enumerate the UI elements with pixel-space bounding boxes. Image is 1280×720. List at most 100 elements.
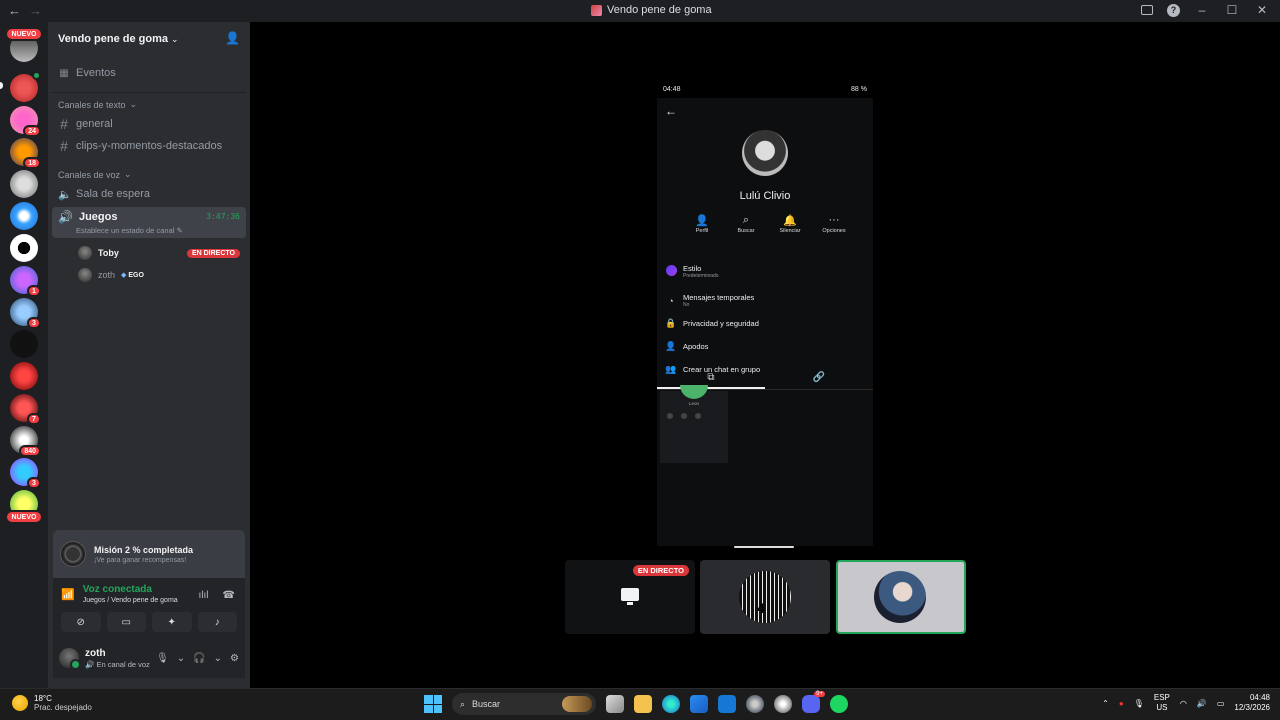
- server-icon-11[interactable]: [10, 362, 38, 390]
- user-status: En canal de voz: [96, 659, 150, 669]
- participant-tile-speaking[interactable]: [836, 560, 966, 634]
- action-label: Silenciar: [779, 228, 801, 234]
- battery-icon[interactable]: ▭: [1217, 699, 1225, 708]
- mission-subtitle: ¡Ve para ganar recompensas!: [94, 556, 187, 564]
- close-button[interactable]: ✕: [1254, 3, 1270, 17]
- server-icon-3[interactable]: 24: [10, 106, 41, 137]
- edge-icon[interactable]: [662, 695, 680, 713]
- windows-start-icon[interactable]: [424, 695, 442, 713]
- channel-label: clips-y-momentos-destacados: [76, 140, 223, 152]
- monitor-icon: [621, 588, 639, 605]
- minimize-button[interactable]: –: [1194, 3, 1210, 17]
- screen-share-button[interactable]: ▭: [106, 612, 146, 632]
- mission-banner[interactable]: Misión 2 % completada ¡Ve para ganar rec…: [53, 530, 245, 578]
- voice-user-name: Toby: [98, 248, 119, 258]
- chevron-up-icon[interactable]: ⌃: [1102, 699, 1109, 708]
- participant-tile-stream[interactable]: EN DIRECTO: [565, 560, 695, 634]
- participant-tile-user[interactable]: 4: [700, 560, 830, 634]
- profile-name: Lulú Clivio: [739, 190, 791, 202]
- help-icon[interactable]: ?: [1167, 3, 1180, 17]
- task-view-icon[interactable]: [606, 695, 624, 713]
- username[interactable]: zoth: [85, 648, 150, 659]
- activities-button[interactable]: ✦: [152, 612, 192, 632]
- menu-title: Privacidad y seguridad: [683, 319, 759, 328]
- volume-icon[interactable]: 🔊: [1197, 699, 1207, 708]
- channel-label: general: [76, 118, 113, 130]
- server-icon-4[interactable]: 18: [10, 138, 41, 169]
- clock-time: 04:48: [1249, 693, 1270, 702]
- server-icon-12[interactable]: 7: [10, 394, 41, 425]
- github-icon[interactable]: [774, 695, 792, 713]
- voice-location[interactable]: Juegos / Vendo pene de goma: [83, 597, 178, 604]
- stream-video[interactable]: 04:48 88 % ← Lulú Clivio 👤 Perfil ⌕ Buscar…: [657, 80, 873, 546]
- guild-name: Vendo pene de goma: [58, 33, 169, 45]
- search-placeholder: Buscar: [472, 699, 501, 709]
- events-item[interactable]: ▦ Eventos: [52, 60, 246, 86]
- maximize-button[interactable]: ☐: [1224, 3, 1240, 17]
- avatar[interactable]: [59, 648, 81, 670]
- camera-off-button[interactable]: ⊘: [61, 612, 101, 632]
- inbox-icon[interactable]: [1141, 5, 1153, 15]
- back-arrow-icon[interactable]: ←: [8, 3, 21, 18]
- mail-icon[interactable]: [718, 695, 736, 713]
- channel-waiting-room[interactable]: 🔈 Sala de espera: [52, 183, 246, 205]
- gear-icon[interactable]: ⚙: [230, 653, 239, 664]
- action-label: Perfil: [695, 228, 709, 234]
- speaker-icon: 🔈: [58, 188, 72, 201]
- voice-status[interactable]: Voz conectada: [83, 584, 178, 595]
- soundboard-button[interactable]: ♪: [197, 612, 237, 632]
- server-icon-8[interactable]: 1: [10, 266, 41, 297]
- server-icon-7[interactable]: [10, 234, 38, 262]
- file-explorer-icon[interactable]: [634, 695, 652, 713]
- server-icon-9[interactable]: 3: [10, 298, 41, 329]
- tray-app-icon[interactable]: ●: [1119, 699, 1124, 708]
- channel-juegos[interactable]: 🔊 Juegos 3:47:36 Establece un estado de c…: [52, 207, 246, 238]
- microphone-icon[interactable]: 🎙: [1134, 699, 1144, 708]
- guild-header[interactable]: Vendo pene de goma ⌄ 👤: [48, 22, 250, 54]
- chevron-down-icon[interactable]: ⌄: [214, 653, 222, 664]
- live-badge: EN DIRECTO: [632, 565, 689, 576]
- clock[interactable]: 04:48 12/3/2026: [1234, 693, 1270, 713]
- server-icon-13[interactable]: 840: [10, 426, 41, 457]
- taskbar-search[interactable]: ⌕ Buscar: [452, 693, 596, 715]
- forward-arrow-icon[interactable]: →: [29, 3, 42, 18]
- weather-sun-icon: [12, 695, 28, 711]
- language-indicator[interactable]: ESP US: [1154, 693, 1170, 713]
- text-category[interactable]: Canales de texto ⌄: [58, 93, 250, 113]
- spotify-icon[interactable]: [830, 695, 848, 713]
- hash-icon: #: [60, 116, 68, 132]
- chevron-down-icon[interactable]: ⌄: [177, 653, 185, 664]
- voice-category[interactable]: Canales de voz ⌄: [58, 163, 250, 183]
- store-icon[interactable]: [690, 695, 708, 713]
- channel-general[interactable]: # general: [52, 113, 246, 135]
- thumb-avatar: [680, 385, 708, 399]
- steam-icon[interactable]: [746, 695, 764, 713]
- signal-icon[interactable]: 📶: [61, 588, 75, 601]
- diamond-icon: ◆: [121, 272, 127, 279]
- weather-widget[interactable]: 18°C Prac. despejado: [12, 694, 92, 712]
- disconnect-icon[interactable]: ☎: [223, 590, 235, 601]
- channel-clips[interactable]: # clips-y-momentos-destacados: [52, 135, 246, 157]
- discord-icon[interactable]: 9+: [802, 691, 825, 713]
- menu-item-nicknames: 👤 Apodos: [665, 335, 760, 358]
- voice-user-toby[interactable]: Toby EN DIRECTO: [78, 242, 250, 264]
- new-pill-bottom: NUEVO: [5, 510, 43, 524]
- invite-people-icon[interactable]: 👤: [225, 31, 240, 45]
- wifi-icon[interactable]: ◠: [1180, 699, 1187, 708]
- jersey-number: 4: [757, 600, 765, 616]
- server-icon-5[interactable]: [10, 170, 38, 198]
- noise-suppression-icon[interactable]: ılıl: [199, 590, 209, 601]
- channel-status-placeholder[interactable]: Establece un estado de canal ✎: [76, 226, 240, 235]
- server-icon-14[interactable]: 3: [10, 458, 41, 489]
- microphone-icon[interactable]: 🎙: [156, 653, 169, 664]
- server-icon-10[interactable]: [10, 330, 38, 358]
- headphones-icon[interactable]: 🎧: [193, 653, 205, 664]
- voice-user-zoth[interactable]: zoth ◆ EGO: [78, 264, 250, 286]
- menu-item-style: Estilo Predeterminado: [665, 260, 760, 283]
- action-options: ··· Opciones: [821, 214, 847, 234]
- camera-off-icon: ⊘: [76, 616, 85, 628]
- search-icon: ⌕: [460, 698, 466, 709]
- server-icon-2[interactable]: [10, 71, 41, 102]
- user-panel: zoth 🔊 En canal de voz 🎙 ⌄ 🎧 ⌄ ⚙: [53, 638, 245, 678]
- server-icon-6[interactable]: [10, 202, 38, 230]
